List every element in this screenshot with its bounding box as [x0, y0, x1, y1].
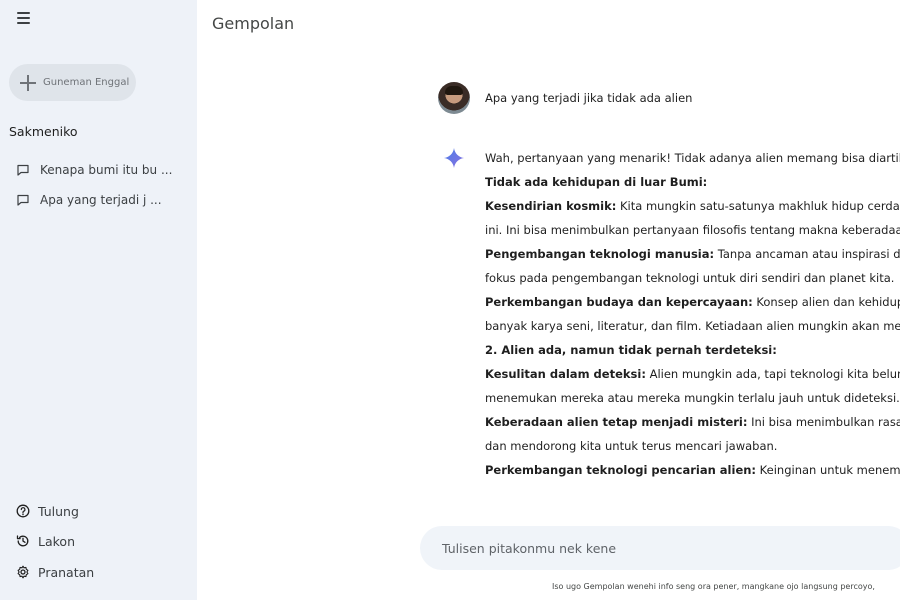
response-line: Perkembangan budaya dan kepercayaan: Kon…	[485, 290, 900, 314]
response-line-text: ini. Ini bisa menimbulkan pertanyaan fil…	[485, 223, 900, 237]
history-button[interactable]: Lakon	[16, 532, 75, 550]
response-line-heading: Keberadaan alien tetap menjadi misteri:	[485, 415, 748, 429]
help-icon	[16, 504, 30, 518]
assistant-response: Wah, pertanyaan yang menarik! Tidak adan…	[485, 146, 900, 484]
sparkle-icon	[443, 147, 465, 169]
prompt-placeholder: Tulisen pitakonmu nek kene	[442, 540, 617, 556]
response-line-text: Konsep alien dan kehidupan di luar	[756, 295, 900, 309]
response-line-heading: Kesendirian kosmik:	[485, 199, 617, 213]
settings-label: Pranatan	[38, 564, 95, 580]
response-line-heading: Tidak ada kehidupan di luar Bumi:	[485, 175, 708, 189]
response-line: banyak karya seni, literatur, dan film. …	[485, 314, 900, 338]
response-line: dan mendorong kita untuk terus mencari j…	[485, 434, 900, 458]
response-line-text: Alien mungkin ada, tapi teknologi kita b…	[649, 367, 900, 381]
recent-chat-label: Kenapa bumi itu bu ...	[40, 163, 173, 177]
sidebar: Guneman Enggal Sakmeniko Kenapa bumi itu…	[0, 0, 197, 600]
recent-chat-item[interactable]: Kenapa bumi itu bu ...	[16, 161, 172, 179]
prompt-input[interactable]: Tulisen pitakonmu nek kene	[420, 526, 900, 570]
response-line-heading: Kesulitan dalam deteksi:	[485, 367, 646, 381]
history-label: Lakon	[38, 533, 75, 549]
response-line-heading: Perkembangan budaya dan kepercayaan:	[485, 295, 753, 309]
response-line-text: Wah, pertanyaan yang menarik! Tidak adan…	[485, 151, 900, 165]
response-line: Tidak ada kehidupan di luar Bumi:	[485, 170, 900, 194]
response-line: fokus pada pengembangan teknologi untuk …	[485, 266, 900, 290]
response-line-text: Ini bisa menimbulkan rasa penasaran	[751, 415, 900, 429]
response-line-text: menemukan mereka atau mereka mungkin ter…	[485, 391, 900, 405]
response-line-text: Tanpa ancaman atau inspirasi dari alien	[717, 247, 900, 261]
app-title: Gempolan	[212, 14, 295, 33]
user-avatar	[438, 82, 470, 114]
recent-chat-item[interactable]: Apa yang terjadi j ...	[16, 191, 162, 209]
response-line-heading: 2. Alien ada, namun tidak pernah terdete…	[485, 343, 777, 357]
response-line-text: dan mendorong kita untuk terus mencari j…	[485, 439, 778, 453]
chat-bubble-icon	[16, 163, 30, 177]
response-line: 2. Alien ada, namun tidak pernah terdete…	[485, 338, 900, 362]
response-line-heading: Perkembangan teknologi pencarian alien:	[485, 463, 757, 477]
response-line-text: Keinginan untuk menemukan alien	[759, 463, 900, 477]
plus-icon	[20, 74, 36, 91]
response-line: Wah, pertanyaan yang menarik! Tidak adan…	[485, 146, 900, 170]
response-line: ini. Ini bisa menimbulkan pertanyaan fil…	[485, 218, 900, 242]
response-line: Kesendirian kosmik: Kita mungkin satu-sa…	[485, 194, 900, 218]
response-line: Keberadaan alien tetap menjadi misteri: …	[485, 410, 900, 434]
response-line-heading: Pengembangan teknologi manusia:	[485, 247, 715, 261]
response-line: Perkembangan teknologi pencarian alien: …	[485, 458, 900, 482]
new-chat-label: Guneman Enggal	[43, 77, 130, 88]
response-line-text: banyak karya seni, literatur, dan film. …	[485, 319, 900, 333]
menu-icon[interactable]	[13, 9, 35, 27]
help-button[interactable]: Tulung	[16, 502, 79, 520]
response-line-text: Kita mungkin satu-satunya makhluk hidup …	[619, 199, 900, 213]
user-prompt-text: Apa yang terjadi jika tidak ada alien	[485, 91, 693, 105]
user-message: Apa yang terjadi jika tidak ada alien	[438, 82, 692, 114]
help-label: Tulung	[38, 503, 79, 519]
response-line-text: fokus pada pengembangan teknologi untuk …	[485, 271, 895, 285]
settings-button[interactable]: Pranatan	[16, 563, 94, 581]
response-line: Pengembangan teknologi manusia: Tanpa an…	[485, 242, 900, 266]
settings-icon	[16, 565, 30, 579]
response-line: menemukan mereka atau mereka mungkin ter…	[485, 386, 900, 410]
recent-section-title: Sakmeniko	[9, 124, 78, 139]
disclaimer-text: Iso ugo Gempolan wenehi info seng ora pe…	[552, 582, 875, 591]
recent-chat-label: Apa yang terjadi j ...	[40, 193, 162, 207]
response-line: Kesulitan dalam deteksi: Alien mungkin a…	[485, 362, 900, 386]
chat-bubble-icon	[16, 193, 30, 207]
history-icon	[16, 534, 30, 548]
response-line: mendorong kita untuk mengembangkan tekno…	[485, 482, 900, 484]
new-chat-button[interactable]: Guneman Enggal	[9, 64, 136, 101]
